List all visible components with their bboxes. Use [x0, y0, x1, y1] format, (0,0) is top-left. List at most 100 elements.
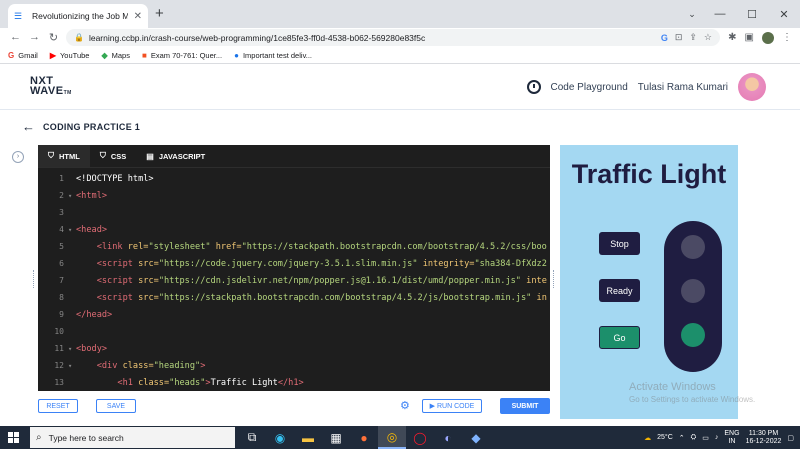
back-arrow-icon[interactable]: ← — [22, 119, 35, 134]
app-icon[interactable]: ◐ — [434, 426, 462, 449]
search-placeholder: Type here to search — [48, 432, 124, 443]
volume-icon[interactable]: ♪ — [715, 434, 719, 441]
profile-avatar-icon[interactable] — [762, 31, 774, 44]
bookmark-label: Maps — [111, 50, 130, 60]
bookmark-star-icon[interactable]: ☆ — [704, 32, 712, 43]
split-view-icon[interactable]: ▣ — [745, 32, 754, 43]
stop-button[interactable]: Stop — [599, 232, 640, 255]
code-line[interactable]: 6 <script src="https://code.jquery.com/j… — [38, 255, 550, 272]
tab-search-icon[interactable]: ⌄ — [680, 9, 704, 20]
back-icon[interactable]: ← — [6, 31, 25, 44]
tab-javascript[interactable]: ▤ JAVASCRIPT — [136, 145, 215, 167]
timer-icon[interactable] — [526, 80, 541, 94]
code-line[interactable]: 10 — [38, 323, 550, 340]
extensions-icon[interactable]: ✱ — [728, 32, 736, 43]
line-number: 10 — [54, 327, 64, 336]
code-token: <div — [96, 360, 123, 371]
line-number: 13 — [54, 378, 64, 387]
tab-css[interactable]: ⛉ CSS — [90, 145, 136, 167]
share-icon[interactable]: ⇪ — [689, 32, 697, 43]
submit-button[interactable]: SUBMIT — [500, 398, 550, 414]
weather-icon[interactable]: ☁ — [644, 434, 651, 442]
close-window-icon[interactable]: ✕ — [768, 8, 800, 21]
code-line[interactable]: 11 ▾ <body> — [38, 340, 550, 357]
code-line[interactable]: 3 — [38, 204, 550, 221]
app-icon-2[interactable]: ◆ — [462, 426, 490, 449]
notification-icon[interactable]: ▢ — [787, 434, 794, 442]
code-line[interactable]: 5 <link rel="stylesheet" href="https://s… — [38, 238, 550, 255]
bookmark-maps[interactable]: ◆ Maps — [101, 51, 130, 60]
bookmark-important[interactable]: ● Important test deliv... — [234, 51, 312, 60]
code-line[interactable]: 8 <script src="https://stackpath.bootstr… — [38, 289, 550, 306]
line-number: 11 — [54, 344, 64, 353]
store-icon[interactable]: ▦ — [322, 426, 350, 449]
address-bar[interactable]: 🔒 learning.ccbp.in/crash-course/web-prog… — [66, 29, 720, 46]
code-area[interactable]: 1 <!DOCTYPE html> 2 ▾ <html> 3 4 ▾ <head> 5 <link… — [38, 168, 550, 391]
close-tab-icon[interactable]: ✕ — [134, 11, 142, 22]
language-indicator[interactable]: ENG IN — [724, 430, 739, 446]
code-text: <script src="https://code.jquery.com/jqu… — [74, 259, 547, 269]
code-line[interactable]: 7 <script src="https://cdn.jsdelivr.net/… — [38, 272, 550, 289]
code-token: class= — [122, 360, 154, 371]
expand-sidebar-icon[interactable]: › — [12, 151, 24, 163]
bookmark-gmail[interactable]: G Gmail — [8, 51, 38, 60]
google-icon[interactable]: G — [661, 33, 668, 43]
reload-icon[interactable]: ↻ — [44, 31, 63, 44]
menu-kebab-icon[interactable]: ⋮ — [782, 32, 792, 43]
battery-icon[interactable]: ▭ — [702, 434, 709, 442]
preview-resize-handle[interactable] — [553, 270, 555, 288]
settings-gear-icon[interactable]: ⚙ — [400, 399, 410, 412]
site-favicon-icon: ☰ — [14, 11, 23, 21]
lock-icon[interactable]: 🔒 — [74, 33, 84, 42]
minimize-icon[interactable]: — — [704, 8, 736, 20]
ready-button[interactable]: Ready — [599, 279, 640, 302]
opera-icon[interactable]: ◯ — [406, 426, 434, 449]
install-icon[interactable]: ⊡ — [675, 32, 683, 43]
code-line[interactable]: 2 ▾ <html> — [38, 187, 550, 204]
user-name[interactable]: Tulasi Rama Kumari — [638, 82, 728, 93]
code-line[interactable]: 9 </head> — [38, 306, 550, 323]
forward-icon[interactable]: → — [25, 31, 44, 44]
file-explorer-icon[interactable]: ▬ — [294, 426, 322, 449]
line-number: 12 — [54, 361, 64, 370]
network-icon[interactable]: ⛭ — [691, 434, 697, 442]
tab-label: JAVASCRIPT — [158, 151, 206, 161]
taskbar-search-box[interactable]: ⌕ Type here to search — [30, 427, 235, 448]
avatar[interactable] — [738, 73, 766, 101]
code-token: src= — [138, 275, 159, 286]
edge-icon[interactable]: ◉ — [266, 426, 294, 449]
nxtwave-logo[interactable]: NXT WAVETM — [30, 76, 72, 98]
new-tab-icon[interactable]: + — [155, 5, 164, 22]
windows-start-icon[interactable] — [8, 432, 19, 443]
code-text: <!DOCTYPE html> — [74, 174, 154, 184]
firefox-icon[interactable]: ● — [350, 426, 378, 449]
line-number: 7 — [59, 276, 64, 285]
bookmark-youtube[interactable]: ▶ YouTube — [50, 51, 90, 60]
clock[interactable]: 11:30 PM 16-12-2022 — [746, 430, 782, 446]
chrome-icon[interactable]: ◎ — [378, 426, 406, 449]
line-number: 4 — [59, 225, 64, 234]
tab-html[interactable]: ⛉ HTML — [38, 145, 90, 167]
maximize-icon[interactable]: ☐ — [736, 8, 768, 21]
window-controls: ⌄ — ☐ ✕ — [680, 0, 800, 28]
browser-tab[interactable]: ☰ Revolutionizing the Job Market | ✕ — [8, 4, 148, 28]
code-line[interactable]: 12 ▾ <div class="heading"> — [38, 357, 550, 374]
code-line[interactable]: 1 <!DOCTYPE html> — [38, 170, 550, 187]
save-button[interactable]: SAVE — [96, 399, 136, 413]
bookmark-exam[interactable]: ■ Exam 70-761: Quer... — [142, 51, 222, 60]
url-text[interactable]: learning.ccbp.in/crash-course/web-progra… — [89, 33, 425, 43]
run-code-button[interactable]: ▶ RUN CODE — [422, 399, 482, 413]
temperature[interactable]: 25°C — [657, 434, 673, 441]
code-playground-link[interactable]: Code Playground — [551, 82, 628, 93]
reset-button[interactable]: RESET — [38, 399, 78, 413]
code-text: <div class="heading"> — [74, 360, 206, 371]
code-line[interactable]: 4 ▾ <head> — [38, 221, 550, 238]
left-resize-handle[interactable] — [33, 270, 35, 288]
go-button[interactable]: Go — [599, 326, 640, 349]
chevron-up-icon[interactable]: ⌃ — [679, 434, 685, 442]
code-line[interactable]: 13 <h1 class="heads">Traffic Light</h1> — [38, 374, 550, 391]
task-view-icon[interactable]: ⧉ — [238, 426, 266, 449]
code-token: "heads" — [169, 377, 206, 388]
